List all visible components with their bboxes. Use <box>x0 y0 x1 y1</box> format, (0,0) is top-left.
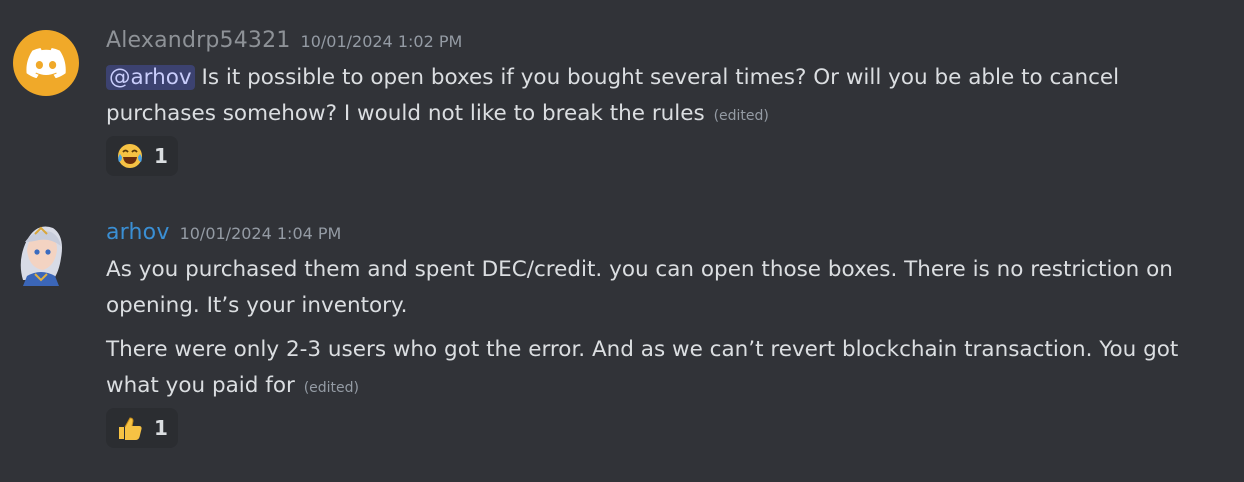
reaction-button[interactable]: 1 <box>106 408 178 448</box>
edited-label: (edited) <box>713 108 769 124</box>
timestamp[interactable]: 10/01/2024 1:04 PM <box>180 224 342 243</box>
user-avatar[interactable] <box>13 30 79 96</box>
message-text: what you paid for <box>106 373 295 398</box>
message-arhov: arhov 10/01/2024 1:04 PM As you purchased… <box>0 200 1244 482</box>
anime-character-avatar-icon <box>20 226 62 286</box>
message-content: There were only 2-3 users who got the er… <box>106 332 1226 406</box>
reaction-count: 1 <box>154 416 168 440</box>
reaction-count: 1 <box>154 144 168 168</box>
message-alexandrp: Alexandrp54321 10/01/2024 1:02 PM @arhov … <box>0 0 1244 190</box>
user-mention[interactable]: @arhov <box>106 65 195 90</box>
edited-label: (edited) <box>303 380 359 396</box>
thumbs-up-emoji-icon <box>119 417 142 440</box>
message-header: Alexandrp54321 10/01/2024 1:02 PM <box>106 28 462 53</box>
discord-logo-icon <box>26 48 66 78</box>
message-text: As you purchased them and spent DEC/cred… <box>106 257 1173 282</box>
message-text: There were only 2-3 users who got the er… <box>106 337 1179 362</box>
user-avatar[interactable] <box>13 220 67 286</box>
timestamp[interactable]: 10/01/2024 1:02 PM <box>301 32 463 51</box>
reaction-button[interactable]: 1 <box>106 136 178 176</box>
message-content: @arhov Is it possible to open boxes if y… <box>106 60 1226 134</box>
message-text: purchases somehow? I would not like to b… <box>106 101 705 126</box>
username[interactable]: arhov <box>106 220 170 245</box>
message-header: arhov 10/01/2024 1:04 PM <box>106 220 341 245</box>
username[interactable]: Alexandrp54321 <box>106 28 291 53</box>
message-text: opening. It’s your inventory. <box>106 293 408 318</box>
laughing-crying-emoji-icon <box>118 144 142 168</box>
message-text: Is it possible to open boxes if you boug… <box>194 65 1120 90</box>
message-content: As you purchased them and spent DEC/cred… <box>106 252 1226 324</box>
